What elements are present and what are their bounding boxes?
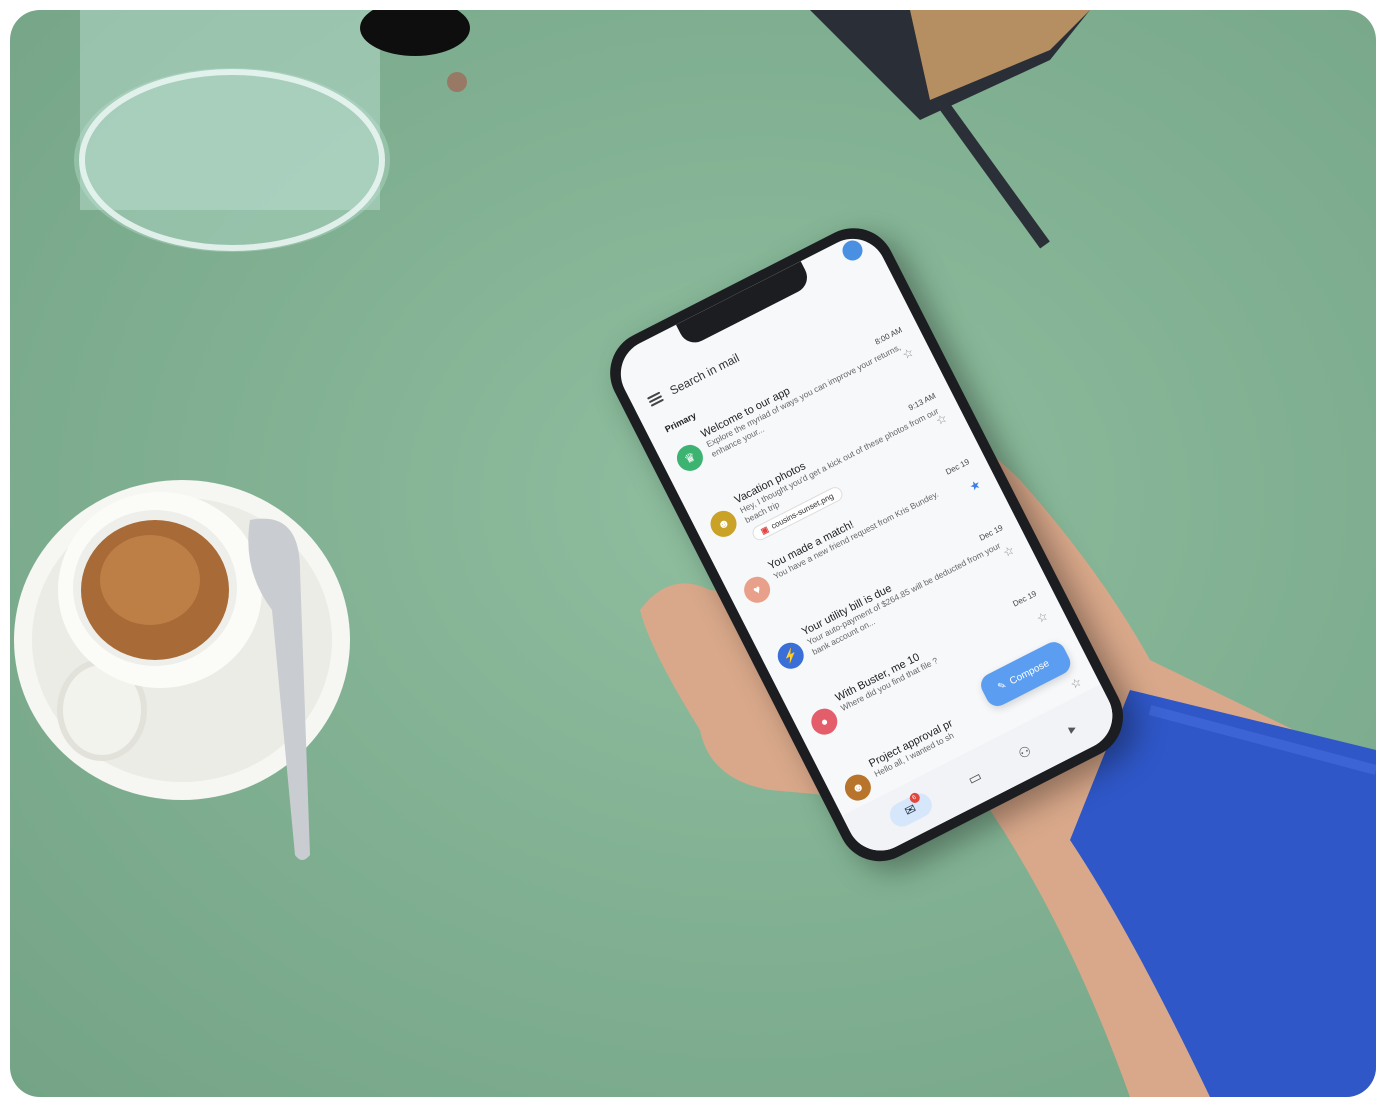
sender-avatar: ♛: [672, 440, 708, 476]
sender-avatar: ♥: [739, 572, 775, 608]
pencil-icon: ✎: [995, 679, 1009, 693]
notebook: [810, 10, 1090, 249]
image-file-icon: ▣: [759, 524, 771, 537]
nav-mail-tab[interactable]: ✉ 6: [885, 789, 936, 831]
compose-label: Compose: [1007, 657, 1051, 687]
sender-avatar: ☻: [706, 506, 742, 542]
mail-icon: ✉: [902, 800, 919, 819]
meet-icon[interactable]: ▸: [1065, 719, 1079, 737]
account-avatar[interactable]: [839, 237, 866, 264]
menu-icon[interactable]: [646, 391, 665, 407]
table-props: [14, 10, 1376, 1097]
sender-avatar: ☻: [840, 770, 876, 806]
glass: [74, 10, 390, 252]
photo-frame: Search in mail Primary ♛ Welcome to our a…: [10, 10, 1376, 1097]
sender-avatar: ●: [806, 704, 842, 740]
spaces-icon[interactable]: ⚇: [1015, 742, 1034, 763]
coffee-cup: [14, 480, 350, 860]
chat-icon[interactable]: ▭: [965, 767, 985, 788]
sender-avatar: ⚡: [773, 638, 809, 674]
